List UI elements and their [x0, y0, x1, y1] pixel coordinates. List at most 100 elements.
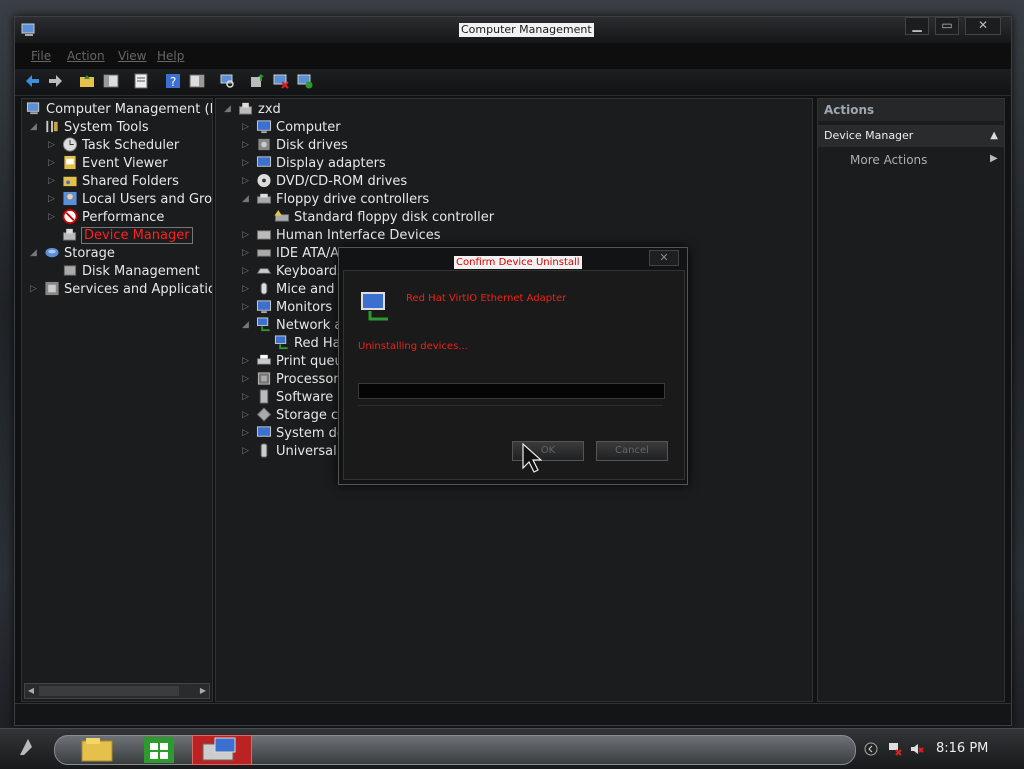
collapse-arrow-icon[interactable]: ◢: [224, 104, 231, 114]
device-category-hid[interactable]: ▷ Human Interface Devices: [242, 227, 441, 245]
scroll-left-icon[interactable]: ◀: [25, 684, 37, 698]
tree-item-event-viewer[interactable]: ▷ Event Viewer: [48, 155, 168, 173]
expand-arrow-icon[interactable]: ▷: [242, 248, 249, 258]
expand-arrow-icon[interactable]: ▷: [242, 266, 249, 276]
device-standard-floppy-controller[interactable]: Standard floppy disk controller: [274, 209, 494, 227]
tree-item-local-users[interactable]: ▷ Local Users and Groups: [48, 191, 212, 209]
device-category-system-devices[interactable]: ▷ System de: [242, 425, 345, 443]
expand-arrow-icon[interactable]: ▷: [242, 158, 249, 168]
menu-view[interactable]: View: [118, 49, 146, 63]
device-category-computer[interactable]: ▷ Computer: [242, 119, 341, 137]
expand-arrow-icon[interactable]: ▷: [242, 122, 249, 132]
menu-file[interactable]: File: [31, 49, 51, 63]
tree-item-system-tools[interactable]: ◢ System Tools: [30, 119, 149, 137]
expand-arrow-icon[interactable]: ▷: [242, 176, 249, 186]
monitor-icon: [256, 300, 272, 314]
disable-device-icon[interactable]: [273, 73, 289, 89]
tree-item-performance[interactable]: ▷ Performance: [48, 209, 164, 227]
forward-arrow-icon[interactable]: [47, 73, 63, 89]
expand-arrow-icon[interactable]: ▷: [48, 158, 55, 168]
expand-arrow-icon[interactable]: ▷: [242, 284, 249, 294]
device-category-usb[interactable]: ▷ Universal S: [242, 443, 349, 461]
device-tree-root[interactable]: ◢ zxd: [224, 101, 281, 119]
collapse-arrow-icon[interactable]: ◢: [242, 320, 249, 330]
volume-muted-icon[interactable]: [910, 742, 924, 756]
device-category-mice[interactable]: ▷ Mice and c: [242, 281, 346, 299]
device-category-ide[interactable]: ▷ IDE ATA/AT: [242, 245, 346, 263]
tree-item-computer-management[interactable]: Computer Management (Local): [26, 101, 212, 119]
show-hide-tree-icon[interactable]: [103, 73, 119, 89]
taskbar-clock[interactable]: 8:16 PM: [936, 741, 988, 756]
expand-arrow-icon[interactable]: ▷: [242, 428, 249, 438]
device-category-software-devices[interactable]: ▷ Software d: [242, 389, 346, 407]
expand-arrow-icon[interactable]: ▷: [242, 410, 249, 420]
start-button[interactable]: [14, 735, 42, 763]
window-title: Computer Management: [459, 23, 594, 37]
help-icon[interactable]: ?: [165, 73, 181, 89]
mouse-cursor-icon: [522, 443, 542, 473]
up-folder-icon[interactable]: [79, 73, 95, 89]
device-category-display-adapters[interactable]: ▷ Display adapters: [242, 155, 386, 173]
expand-arrow-icon[interactable]: ▷: [242, 140, 249, 150]
system-device-icon: [256, 426, 272, 437]
expand-arrow-icon[interactable]: ▷: [242, 356, 249, 366]
taskbar-file-explorer[interactable]: [70, 735, 124, 763]
scrollbar-thumb[interactable]: [39, 686, 179, 696]
floppy-controller-icon: [274, 209, 290, 222]
menu-bar: File Action View Help: [15, 43, 1011, 69]
expand-arrow-icon[interactable]: ▷: [242, 446, 249, 456]
expand-arrow-icon[interactable]: ▷: [242, 374, 249, 384]
maximize-button[interactable]: ▭: [935, 17, 959, 35]
hid-icon: [256, 230, 272, 240]
collapse-arrow-icon[interactable]: ◢: [242, 194, 249, 204]
tree-item-device-manager[interactable]: Device Manager: [62, 227, 193, 245]
close-button[interactable]: ✕: [965, 17, 1001, 35]
expand-arrow-icon[interactable]: ▷: [242, 302, 249, 312]
device-category-floppy-controllers[interactable]: ◢ Floppy drive controllers: [242, 191, 429, 209]
device-red-hat-adapter[interactable]: Red Ha: [274, 335, 341, 353]
expand-arrow-icon[interactable]: ▷: [30, 284, 37, 294]
show-hidden-icons-icon[interactable]: [864, 742, 878, 756]
expand-arrow-icon[interactable]: ▷: [242, 230, 249, 240]
properties-icon[interactable]: [133, 73, 149, 89]
show-hide-action-pane-icon[interactable]: [189, 73, 205, 89]
horizontal-scrollbar[interactable]: ◀ ▶: [24, 683, 210, 699]
tree-item-disk-management[interactable]: Disk Management: [62, 263, 200, 281]
tree-item-shared-folders[interactable]: ▷ Shared Folders: [48, 173, 179, 191]
device-category-processors[interactable]: ▷ Processor: [242, 371, 339, 389]
menu-action[interactable]: Action: [67, 49, 105, 63]
title-bar[interactable]: Computer Management ▁ ▭ ✕: [15, 17, 1011, 43]
cancel-button[interactable]: Cancel: [596, 441, 668, 461]
taskbar-computer-management[interactable]: [192, 735, 252, 765]
expand-arrow-icon[interactable]: ▷: [48, 212, 55, 222]
collapse-arrow-icon[interactable]: ◢: [30, 122, 37, 132]
taskbar-store[interactable]: [132, 735, 186, 763]
expand-arrow-icon[interactable]: ▷: [48, 140, 55, 150]
dialog-close-button[interactable]: ✕: [649, 250, 679, 266]
network-status-icon[interactable]: [888, 742, 902, 756]
scroll-right-icon[interactable]: ▶: [197, 684, 209, 698]
expand-arrow-icon[interactable]: ▷: [48, 176, 55, 186]
device-category-keyboards[interactable]: ▷ Keyboards: [242, 263, 344, 281]
more-actions-item[interactable]: More Actions: [850, 153, 927, 167]
device-category-disk-drives[interactable]: ▷ Disk drives: [242, 137, 348, 155]
expand-arrow-icon[interactable]: ▷: [48, 194, 55, 204]
minimize-button[interactable]: ▁: [905, 17, 929, 35]
expand-arrow-icon[interactable]: ▷: [242, 392, 249, 402]
tree-item-task-scheduler[interactable]: ▷ Task Scheduler: [48, 137, 179, 155]
uninstall-device-icon[interactable]: [297, 73, 313, 89]
actions-device-manager[interactable]: Device Manager ▲: [818, 125, 1004, 147]
back-arrow-icon[interactable]: [25, 73, 41, 89]
device-category-storage-controllers[interactable]: ▷ Storage co: [242, 407, 346, 425]
collapse-arrow-icon[interactable]: ◢: [30, 248, 37, 258]
tree-item-services-applications[interactable]: ▷ Services and Applications: [30, 281, 212, 299]
collapse-up-icon[interactable]: ▲: [990, 125, 998, 147]
tree-item-storage[interactable]: ◢ Storage: [30, 245, 115, 263]
scan-hardware-icon[interactable]: [219, 73, 235, 89]
device-category-print-queues[interactable]: ▷ Print queu: [242, 353, 343, 371]
device-category-network-adapters[interactable]: ◢ Network a: [242, 317, 342, 335]
device-category-dvd-cdrom[interactable]: ▷ DVD/CD-ROM drives: [242, 173, 407, 191]
update-driver-icon[interactable]: [249, 73, 265, 89]
menu-help[interactable]: Help: [157, 49, 184, 63]
device-category-monitors[interactable]: ▷ Monitors: [242, 299, 332, 317]
